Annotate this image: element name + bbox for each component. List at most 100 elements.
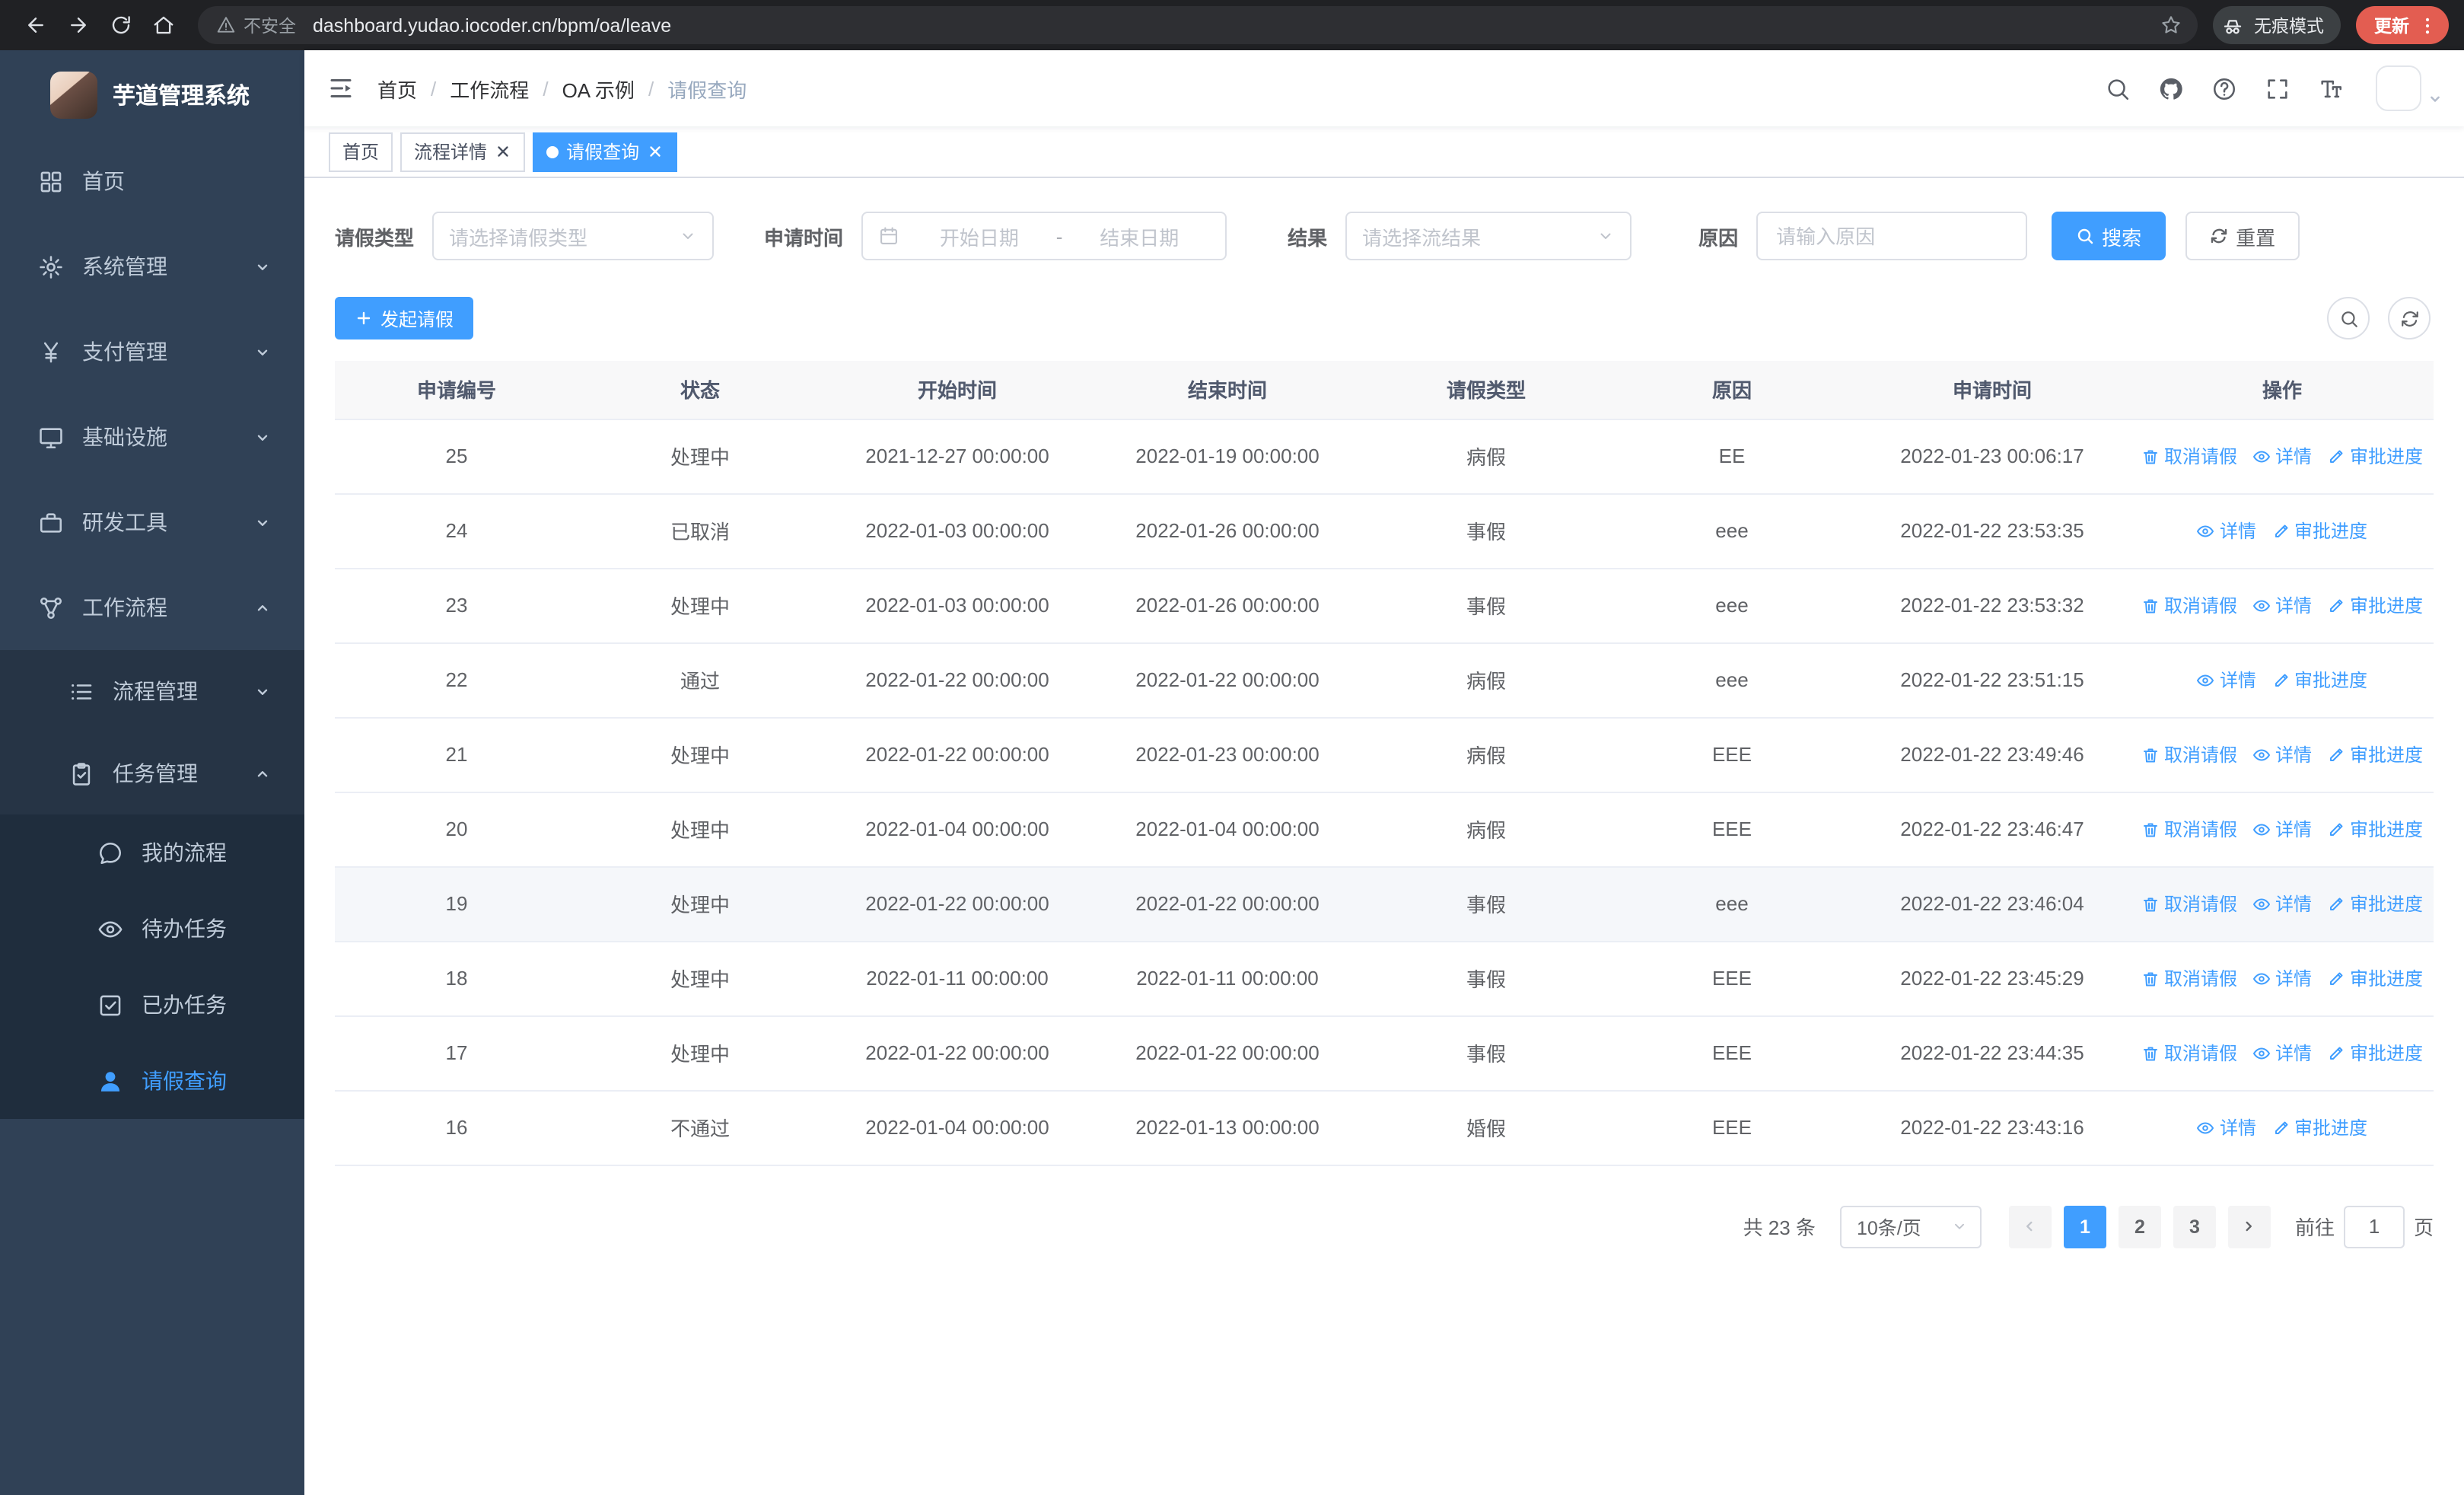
sidebar-item-process-mgmt[interactable]: 流程管理 [0,650,304,732]
reason-label: 原因 [1698,226,1739,249]
result-select[interactable]: 请选择流结果 [1345,212,1632,260]
breadcrumb-item[interactable]: OA 示例 [562,74,635,103]
sidebar-item-dev-tools[interactable]: 研发工具 [0,480,304,565]
tab-home[interactable]: 首页 [329,132,393,171]
table-row[interactable]: 18 处理中 2022-01-11 00:00:00 2022-01-11 00… [335,941,2434,1016]
sidebar-item-workflow[interactable]: 工作流程 [0,565,304,650]
reason-input[interactable] [1756,212,2028,260]
app-logo-image [50,71,97,118]
sidebar-item-task-mgmt[interactable]: 任务管理 [0,732,304,814]
detail-icon [2197,1118,2215,1136]
action-detail-link[interactable]: 详情 [2197,1114,2256,1140]
page-button-1[interactable]: 1 [2063,1205,2106,1248]
action-cancel-link[interactable]: 取消请假 [2141,741,2237,767]
table-row[interactable]: 17 处理中 2022-01-22 00:00:00 2022-01-22 00… [335,1015,2434,1091]
search-button[interactable]: 搜索 [2052,212,2166,260]
apply-time-range-picker[interactable]: 开始日期 - 结束日期 [861,212,1227,260]
table-row[interactable]: 25 处理中 2021-12-27 00:00:00 2022-01-19 00… [335,419,2434,494]
refresh-table-button[interactable] [2388,297,2431,339]
tab-process-detail[interactable]: 流程详情 [400,132,526,171]
progress-icon [2327,745,2345,763]
action-cancel-link[interactable]: 取消请假 [2141,965,2237,991]
header-search-button[interactable] [2091,50,2144,126]
action-progress-link[interactable]: 审批进度 [2327,891,2423,916]
action-cancel-link[interactable]: 取消请假 [2141,1040,2237,1066]
action-detail-link[interactable]: 详情 [2252,741,2312,767]
browser-forward-button[interactable] [58,5,97,45]
sidebar-item-system[interactable]: 系统管理 [0,224,304,309]
close-icon[interactable] [495,143,511,160]
next-page-button[interactable] [2227,1205,2271,1248]
incognito-icon [2220,13,2245,37]
action-detail-link[interactable]: 详情 [2252,592,2312,618]
calendar-icon [878,225,899,247]
app-logo[interactable]: 芋道管理系统 [0,50,304,139]
top-navbar: 首页 / 工作流程 / OA 示例 / 请假查询 [304,50,2464,126]
sidebar-item-my-process[interactable]: 我的流程 [0,814,304,891]
action-progress-link[interactable]: 审批进度 [2327,965,2423,991]
action-progress-link[interactable]: 审批进度 [2271,667,2367,693]
help-button[interactable] [2198,50,2251,126]
font-size-button[interactable] [2304,50,2357,126]
browser-back-button[interactable] [15,5,55,45]
action-cancel-link[interactable]: 取消请假 [2141,592,2237,618]
github-link[interactable] [2144,50,2198,126]
address-bar[interactable]: 不安全 dashboard.yudao.iocoder.cn/bpm/oa/le… [198,6,2198,44]
action-progress-link[interactable]: 审批进度 [2327,816,2423,842]
tab-leave-query[interactable]: 请假查询 [533,132,678,171]
table-row[interactable]: 16 不通过 2022-01-04 00:00:00 2022-01-13 00… [335,1090,2434,1165]
browser-home-button[interactable] [143,5,183,45]
action-detail-link[interactable]: 详情 [2252,965,2312,991]
action-detail-link[interactable]: 详情 [2197,518,2256,543]
leave-type-select[interactable]: 请选择请假类型 [432,212,715,260]
create-leave-button[interactable]: 发起请假 [335,297,474,339]
action-cancel-link[interactable]: 取消请假 [2141,816,2237,842]
sidebar-item-todo-tasks[interactable]: 待办任务 [0,891,304,967]
table-row[interactable]: 20 处理中 2022-01-04 00:00:00 2022-01-04 00… [335,792,2434,867]
sidebar-item-payment[interactable]: 支付管理 [0,309,304,394]
page-size-select[interactable]: 10条/页 [1839,1205,1982,1248]
sidebar-item-home[interactable]: 首页 [0,139,304,224]
action-detail-link[interactable]: 详情 [2197,667,2256,693]
sidebar-item-leave-query[interactable]: 请假查询 [0,1043,304,1119]
sidebar-item-infra[interactable]: 基础设施 [0,394,304,480]
action-progress-link[interactable]: 审批进度 [2327,592,2423,618]
fullscreen-button[interactable] [2251,50,2304,126]
table-row[interactable]: 22 通过 2022-01-22 00:00:00 2022-01-22 00:… [335,642,2434,718]
action-progress-link[interactable]: 审批进度 [2327,741,2423,767]
user-menu[interactable] [2376,65,2443,111]
reset-button[interactable]: 重置 [2185,212,2300,260]
action-detail-link[interactable]: 详情 [2252,443,2312,469]
security-status[interactable]: 不安全 [216,13,296,37]
action-progress-link[interactable]: 审批进度 [2271,1114,2367,1140]
table-row[interactable]: 23 处理中 2022-01-03 00:00:00 2022-01-26 00… [335,568,2434,643]
browser-update-menu-button[interactable]: 更新 [2356,6,2449,44]
action-progress-link[interactable]: 审批进度 [2271,518,2367,543]
browser-reload-button[interactable] [100,5,140,45]
page-button-2[interactable]: 2 [2118,1205,2161,1248]
cell-start-time: 2022-01-22 00:00:00 [822,1015,1093,1091]
action-detail-link[interactable]: 详情 [2252,816,2312,842]
action-progress-link[interactable]: 审批进度 [2327,1040,2423,1066]
close-icon[interactable] [647,143,664,160]
table-row[interactable]: 19 处理中 2022-01-22 00:00:00 2022-01-22 00… [335,866,2434,942]
breadcrumb-item[interactable]: 首页 [377,74,417,103]
goto-page-input[interactable] [2343,1205,2405,1248]
sidebar-item-done-tasks[interactable]: 已办任务 [0,967,304,1043]
action-cancel-link[interactable]: 取消请假 [2141,443,2237,469]
table-row[interactable]: 24 已取消 2022-01-03 00:00:00 2022-01-26 00… [335,493,2434,569]
cell-start-time: 2022-01-22 00:00:00 [822,642,1093,718]
cell-end-time: 2022-01-04 00:00:00 [1093,792,1362,867]
action-detail-link[interactable]: 详情 [2252,891,2312,916]
prev-page-button[interactable] [2008,1205,2052,1248]
action-detail-link[interactable]: 详情 [2252,1040,2312,1066]
action-cancel-link[interactable]: 取消请假 [2141,891,2237,916]
leave-type-label: 请假类型 [335,226,415,249]
bookmark-star-button[interactable] [2152,7,2189,43]
action-progress-link[interactable]: 审批进度 [2327,443,2423,469]
toggle-search-button[interactable] [2327,297,2370,339]
table-row[interactable]: 21 处理中 2022-01-22 00:00:00 2022-01-23 00… [335,717,2434,792]
page-button-3[interactable]: 3 [2173,1205,2216,1248]
breadcrumb-item[interactable]: 工作流程 [450,74,529,103]
sidebar-toggle-button[interactable] [304,50,377,126]
